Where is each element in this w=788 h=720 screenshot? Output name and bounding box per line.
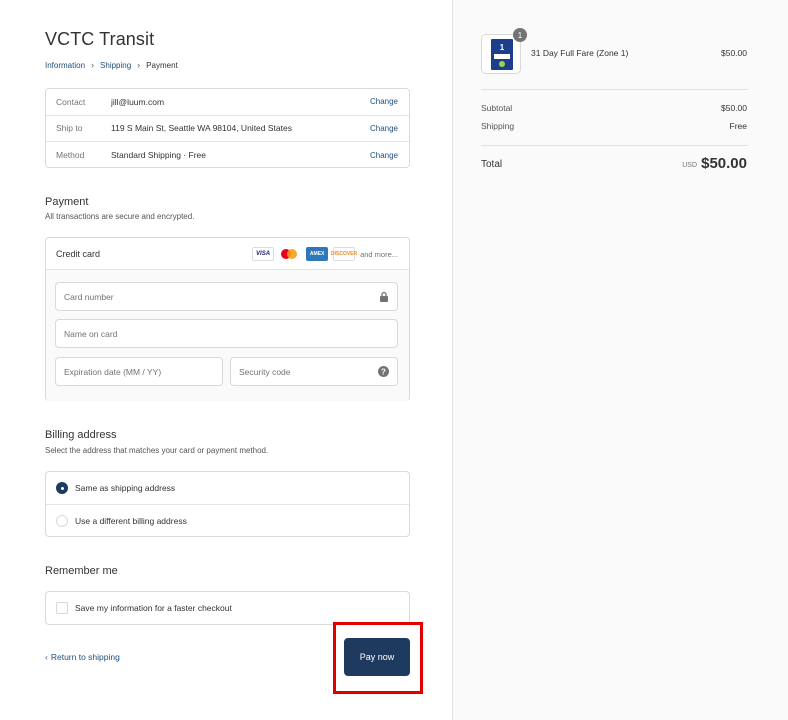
- change-method-link[interactable]: Change: [370, 151, 398, 160]
- transit-ticket-image: 1: [491, 39, 513, 70]
- ship-to-value: 119 S Main St, Seattle WA 98104, United …: [111, 123, 292, 134]
- radio-selected[interactable]: [56, 482, 68, 494]
- item-price: $50.00: [721, 48, 747, 58]
- shipping-value: Free: [729, 121, 747, 131]
- subtotal-value: $50.00: [721, 103, 747, 113]
- change-ship-to-link[interactable]: Change: [370, 124, 398, 133]
- pay-now-button[interactable]: Pay now: [344, 638, 410, 676]
- amex-icon: AMEX: [306, 247, 329, 261]
- divider: [481, 145, 748, 146]
- lock-icon: [379, 291, 389, 304]
- credit-card-header[interactable]: Credit card VISA AMEX DISCOVER and more.…: [46, 238, 409, 270]
- billing-option-same-label: Same as shipping address: [75, 482, 176, 493]
- quantity-badge: 1: [513, 28, 527, 42]
- total-label: Total: [481, 159, 503, 170]
- breadcrumb-shipping[interactable]: Shipping: [100, 61, 131, 70]
- svg-text:?: ?: [381, 368, 386, 377]
- breadcrumb: Information › Shipping › Payment: [45, 60, 178, 70]
- item-name: 31 Day Full Fare (Zone 1): [531, 48, 629, 58]
- expiration-date-input[interactable]: Expiration date (MM / YY): [55, 357, 223, 386]
- billing-option-different-label: Use a different billing address: [75, 515, 187, 526]
- review-row-ship-to: Ship to 119 S Main St, Seattle WA 98104,…: [46, 116, 409, 143]
- remember-checkbox[interactable]: [56, 602, 68, 614]
- payment-title: Payment: [45, 196, 89, 208]
- method-label: Method: [56, 150, 85, 161]
- security-code-placeholder: Security code: [239, 366, 291, 377]
- divider: [481, 89, 748, 90]
- chevron-right-icon: ›: [91, 60, 95, 70]
- name-on-card-placeholder: Name on card: [64, 328, 118, 339]
- security-code-input[interactable]: Security code ?: [230, 357, 398, 386]
- change-contact-link[interactable]: Change: [370, 97, 398, 106]
- subtotal-label: Subtotal: [481, 103, 513, 113]
- expiration-date-placeholder: Expiration date (MM / YY): [64, 366, 162, 377]
- billing-options: Same as shipping address Use a different…: [45, 471, 410, 537]
- chevron-left-icon: ‹: [45, 652, 48, 662]
- more-cards-text: and more...: [360, 249, 398, 259]
- breadcrumb-information[interactable]: Information: [45, 61, 85, 70]
- review-block: Contact jill@luum.com Change Ship to 119…: [45, 88, 410, 168]
- order-summary: 1 1 31 Day Full Fare (Zone 1) $50.00 Sub…: [452, 0, 788, 720]
- store-title: VCTC Transit: [45, 29, 155, 49]
- billing-title: Billing address: [45, 429, 117, 441]
- billing-subtitle: Select the address that matches your car…: [45, 446, 269, 455]
- card-number-input[interactable]: Card number: [55, 282, 398, 311]
- currency-code: USD: [682, 162, 697, 169]
- review-row-method: Method Standard Shipping · Free Change: [46, 142, 409, 169]
- billing-option-same[interactable]: Same as shipping address: [46, 472, 409, 505]
- remember-checkbox-label: Save my information for a faster checkou…: [75, 603, 232, 613]
- shipping-label: Shipping: [481, 121, 515, 131]
- payment-subtitle: All transactions are secure and encrypte…: [45, 212, 195, 221]
- card-number-placeholder: Card number: [64, 291, 114, 302]
- remember-me-option[interactable]: Save my information for a faster checkou…: [45, 591, 410, 625]
- return-to-shipping-label: Return to shipping: [50, 652, 120, 662]
- chevron-right-icon: ›: [137, 60, 141, 70]
- review-row-contact: Contact jill@luum.com Change: [46, 89, 409, 116]
- checkout-main: VCTC Transit Information › Shipping › Pa…: [0, 0, 452, 720]
- name-on-card-input[interactable]: Name on card: [55, 319, 398, 348]
- credit-card-label: Credit card: [56, 249, 101, 259]
- card-logos: VISA AMEX DISCOVER and more...: [252, 247, 398, 261]
- breadcrumb-payment: Payment: [146, 60, 178, 70]
- billing-option-different[interactable]: Use a different billing address: [46, 505, 409, 538]
- help-icon[interactable]: ?: [378, 366, 389, 379]
- radio-unselected[interactable]: [56, 514, 68, 527]
- visa-icon: VISA: [252, 247, 275, 261]
- ticket-number: 1: [499, 43, 505, 52]
- return-to-shipping-link[interactable]: ‹ Return to shipping: [45, 652, 120, 662]
- mastercard-icon: [279, 247, 301, 261]
- total-value: $50.00: [701, 155, 747, 172]
- contact-label: Contact: [56, 96, 86, 107]
- remember-title: Remember me: [45, 565, 118, 577]
- ship-to-label: Ship to: [56, 123, 83, 134]
- method-value: Standard Shipping · Free: [111, 150, 206, 161]
- discover-icon: DISCOVER: [331, 247, 357, 261]
- contact-value: jill@luum.com: [111, 96, 165, 107]
